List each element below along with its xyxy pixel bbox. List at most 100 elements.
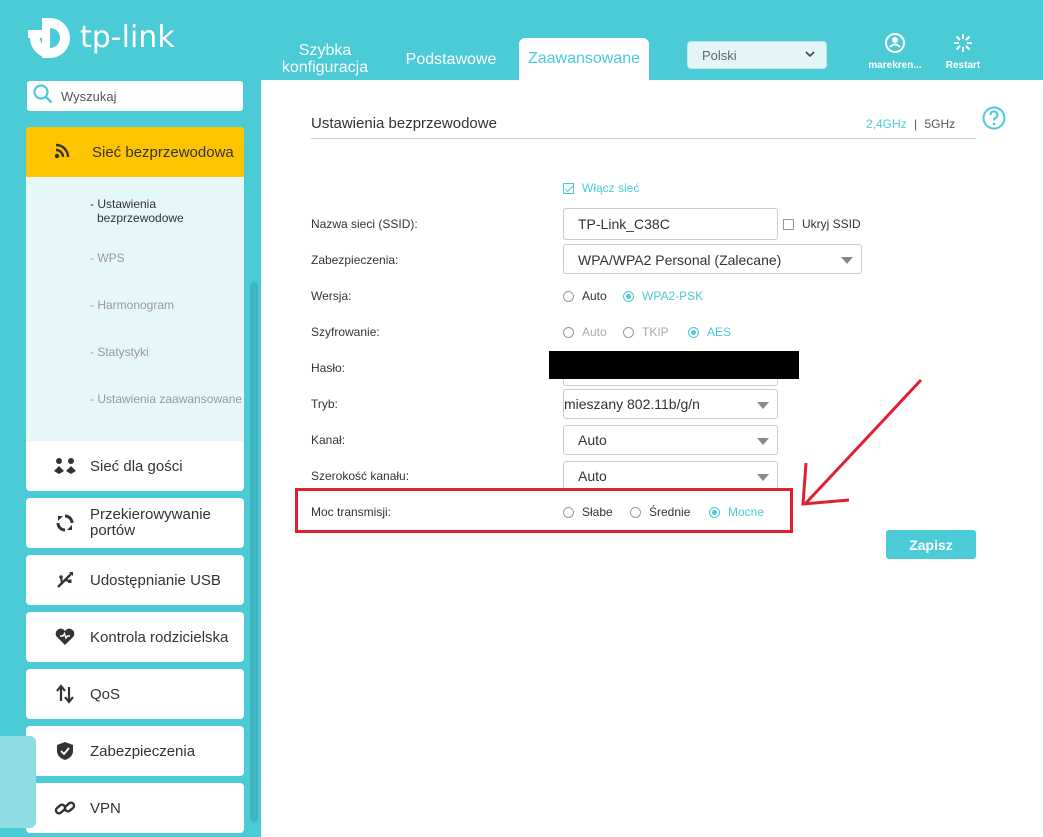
sub-item-line1: - Ustawienia xyxy=(90,197,157,211)
usb-icon xyxy=(52,570,78,590)
language-value: Polski xyxy=(702,48,737,63)
enable-network-checkbox[interactable]: Włącz sieć xyxy=(563,181,639,195)
user-label: marekren... xyxy=(868,60,922,71)
version-auto-radio[interactable]: Auto xyxy=(563,289,607,303)
dropdown-arrow-icon xyxy=(757,438,769,445)
sidebar-scrollbar[interactable] xyxy=(250,282,258,822)
hide-ssid-label: Ukryj SSID xyxy=(802,217,861,231)
dropdown-arrow-icon xyxy=(757,474,769,481)
channel-width-select[interactable]: Auto xyxy=(563,461,778,491)
chevron-down-icon xyxy=(804,48,816,63)
sidebar-item-label-line2: portów xyxy=(90,522,136,539)
sidebar-item-label: Przekierowywanie portów xyxy=(90,507,211,539)
band-24ghz-link[interactable]: 2,4GHz xyxy=(866,117,907,131)
sidebar-item-label: Udostępnianie USB xyxy=(90,571,221,589)
security-label: Zabezpieczenia: xyxy=(311,253,399,267)
sidebar-item-label: VPN xyxy=(90,799,121,817)
enable-network-label: Włącz sieć xyxy=(582,181,640,195)
band-switch: 2,4GHz | 5GHz xyxy=(866,117,955,131)
top-tabs: Szybka konfiguracja Podstawowe Zaawansow… xyxy=(265,38,649,80)
radio-dot xyxy=(563,290,574,302)
security-value: WPA/WPA2 Personal (Zalecane) xyxy=(578,252,782,268)
search-input[interactable] xyxy=(61,88,231,104)
shield-icon xyxy=(52,741,78,761)
version-wpa2-radio[interactable]: WPA2-PSK xyxy=(623,289,703,303)
sidebar-item-vpn[interactable]: VPN xyxy=(26,783,244,833)
encryption-auto-radio[interactable]: Auto xyxy=(563,325,607,339)
forwarding-icon xyxy=(52,513,78,533)
radio-label: Auto xyxy=(582,289,607,303)
user-button[interactable]: marekren... xyxy=(860,32,930,71)
encryption-aes-radio[interactable]: AES xyxy=(688,325,731,339)
title-divider xyxy=(311,138,976,139)
sidebar-item-parental-control[interactable]: Kontrola rodzicielska xyxy=(26,612,244,662)
restart-icon xyxy=(928,32,998,57)
restart-button[interactable]: Restart xyxy=(928,32,998,71)
decorative-block xyxy=(0,736,36,828)
search-icon[interactable] xyxy=(33,83,53,109)
password-label: Hasło: xyxy=(311,361,346,375)
sidebar-item-security[interactable]: Zabezpieczenia xyxy=(26,726,244,776)
channel-label: Kanał: xyxy=(311,433,346,447)
sidebar-item-label: Zabezpieczenia xyxy=(90,742,196,760)
sidebar-item-label: Sieć dla gości xyxy=(90,457,183,475)
help-icon[interactable] xyxy=(982,106,1006,135)
page-title: Ustawienia bezprzewodowe xyxy=(311,115,497,132)
sidebar-item-port-forwarding[interactable]: Przekierowywanie portów xyxy=(26,498,244,548)
mode-select[interactable]: mieszany 802.11b/g/n xyxy=(563,389,778,419)
sub-item-schedule[interactable]: - Harmonogram xyxy=(90,298,174,312)
encryption-tkip-radio[interactable]: TKIP xyxy=(623,325,669,339)
annotation-highlight-box xyxy=(295,488,793,533)
sidebar-item-usb-sharing[interactable]: Udostępnianie USB xyxy=(26,555,244,605)
sub-item-advanced-settings[interactable]: - Ustawienia zaawansowane xyxy=(90,392,242,406)
mode-label: Tryb: xyxy=(311,397,338,411)
sub-item-statistics[interactable]: - Statystyki xyxy=(90,345,149,359)
tab-advanced[interactable]: Zaawansowane xyxy=(519,38,649,80)
tab-quick-line2: konfiguracja xyxy=(281,59,369,76)
tp-link-logo: tp-link xyxy=(26,14,175,60)
checkbox-box xyxy=(783,218,794,230)
sidebar-item-label: QoS xyxy=(90,685,121,703)
sidebar-item-label: Kontrola rodzicielska xyxy=(90,628,229,646)
main-panel: Ustawienia bezprzewodowe 2,4GHz | 5GHz W… xyxy=(261,80,1043,837)
radio-dot xyxy=(623,326,634,338)
mode-value: mieszany 802.11b/g/n xyxy=(564,396,700,412)
tp-link-logo-icon xyxy=(28,18,70,58)
encryption-label: Szyfrowanie: xyxy=(311,325,380,339)
hide-ssid-checkbox[interactable]: Ukryj SSID xyxy=(783,217,861,231)
password-redaction xyxy=(549,351,799,379)
security-select[interactable]: WPA/WPA2 Personal (Zalecane) xyxy=(563,244,862,274)
user-icon xyxy=(860,32,930,57)
channel-width-value: Auto xyxy=(578,468,607,484)
search-box xyxy=(27,81,243,111)
wifi-icon xyxy=(54,141,72,163)
sidebar-item-qos[interactable]: QoS xyxy=(26,669,244,719)
sidebar-item-wireless[interactable]: Sieć bezprzewodowa xyxy=(26,127,244,177)
channel-width-label: Szerokość kanału: xyxy=(311,469,410,483)
logo-text: tp-link xyxy=(80,19,175,55)
guest-icon xyxy=(52,457,78,475)
radio-label: WPA2-PSK xyxy=(642,289,704,303)
band-5ghz-link[interactable]: 5GHz xyxy=(925,117,956,131)
language-select[interactable]: Polski xyxy=(687,41,827,69)
tab-basic[interactable]: Podstawowe xyxy=(391,51,511,80)
radio-dot xyxy=(563,326,574,338)
sidebar-item-guest[interactable]: Sieć dla gości xyxy=(26,441,244,491)
sub-item-wireless-settings[interactable]: - Ustawienia bezprzewodowe xyxy=(90,197,184,225)
restart-label: Restart xyxy=(945,60,981,71)
dropdown-arrow-icon xyxy=(757,402,769,409)
tab-quick-setup[interactable]: Szybka konfiguracja xyxy=(265,42,385,80)
radio-label: TKIP xyxy=(642,325,669,339)
radio-dot xyxy=(688,326,699,338)
ssid-field[interactable]: TP-Link_C38C xyxy=(563,208,778,240)
sidebar-section-wireless: Sieć bezprzewodowa - Ustawienia bezprzew… xyxy=(26,127,244,461)
band-separator: | xyxy=(914,117,918,131)
sidebar-item-wireless-label: Sieć bezprzewodowa xyxy=(92,143,234,161)
channel-select[interactable]: Auto xyxy=(563,425,778,455)
save-button[interactable]: Zapisz xyxy=(886,530,976,559)
radio-label: AES xyxy=(707,325,732,339)
channel-value: Auto xyxy=(578,432,607,448)
radio-label: Auto xyxy=(582,325,607,339)
sub-item-wps[interactable]: - WPS xyxy=(90,251,125,265)
sidebar-item-label-line1: Przekierowywanie xyxy=(90,506,211,523)
